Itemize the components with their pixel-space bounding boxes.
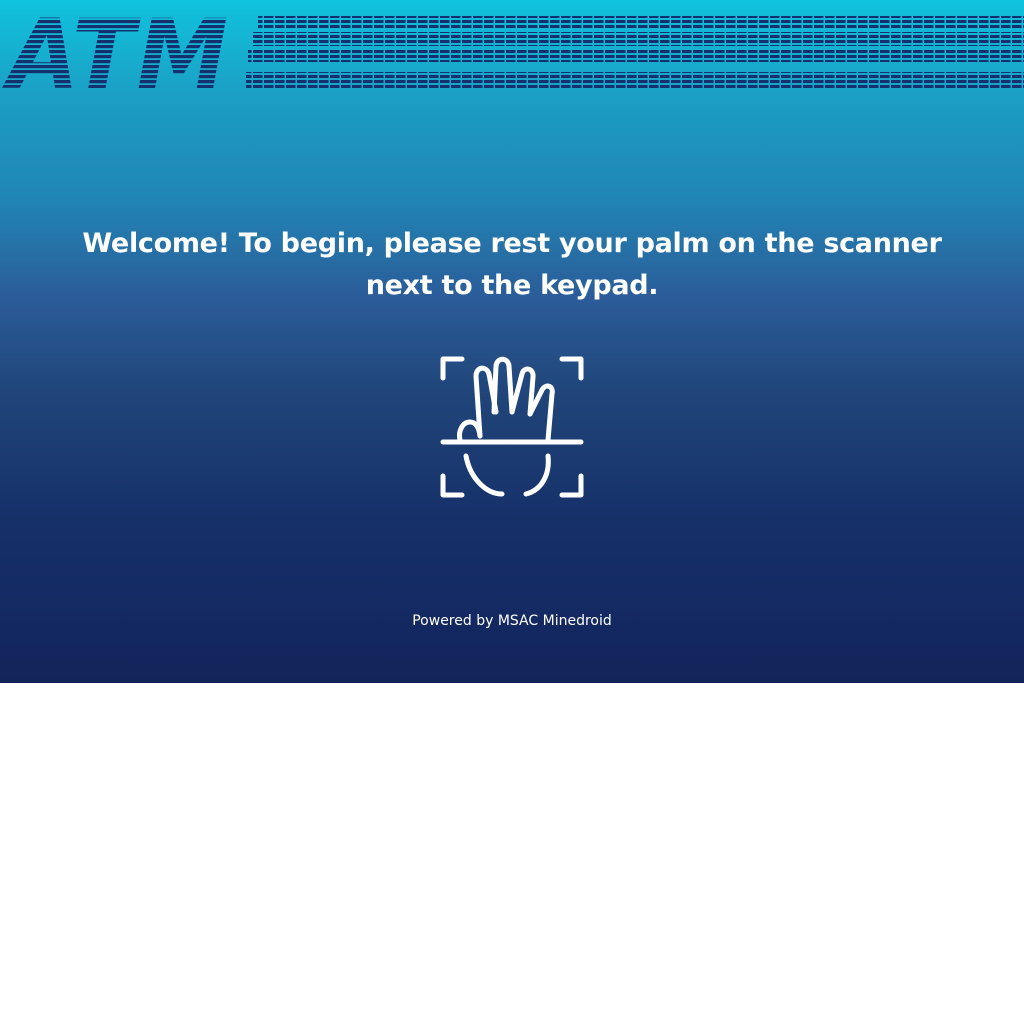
palm-scanner-icon [436, 352, 588, 504]
blank-area [0, 683, 1024, 1024]
atm-header: ATM [0, 0, 1024, 100]
welcome-message: Welcome! To begin, please rest your palm… [82, 228, 942, 301]
atm-logo: ATM [1, 0, 1024, 100]
powered-by-text: Powered by MSAC Minedroid [412, 613, 612, 629]
atm-logo-text: ATM [1, 0, 230, 100]
atm-screen: ATM Welcome! To begin, please rest your … [0, 0, 1024, 683]
header-stripe-bars [246, 16, 1024, 88]
